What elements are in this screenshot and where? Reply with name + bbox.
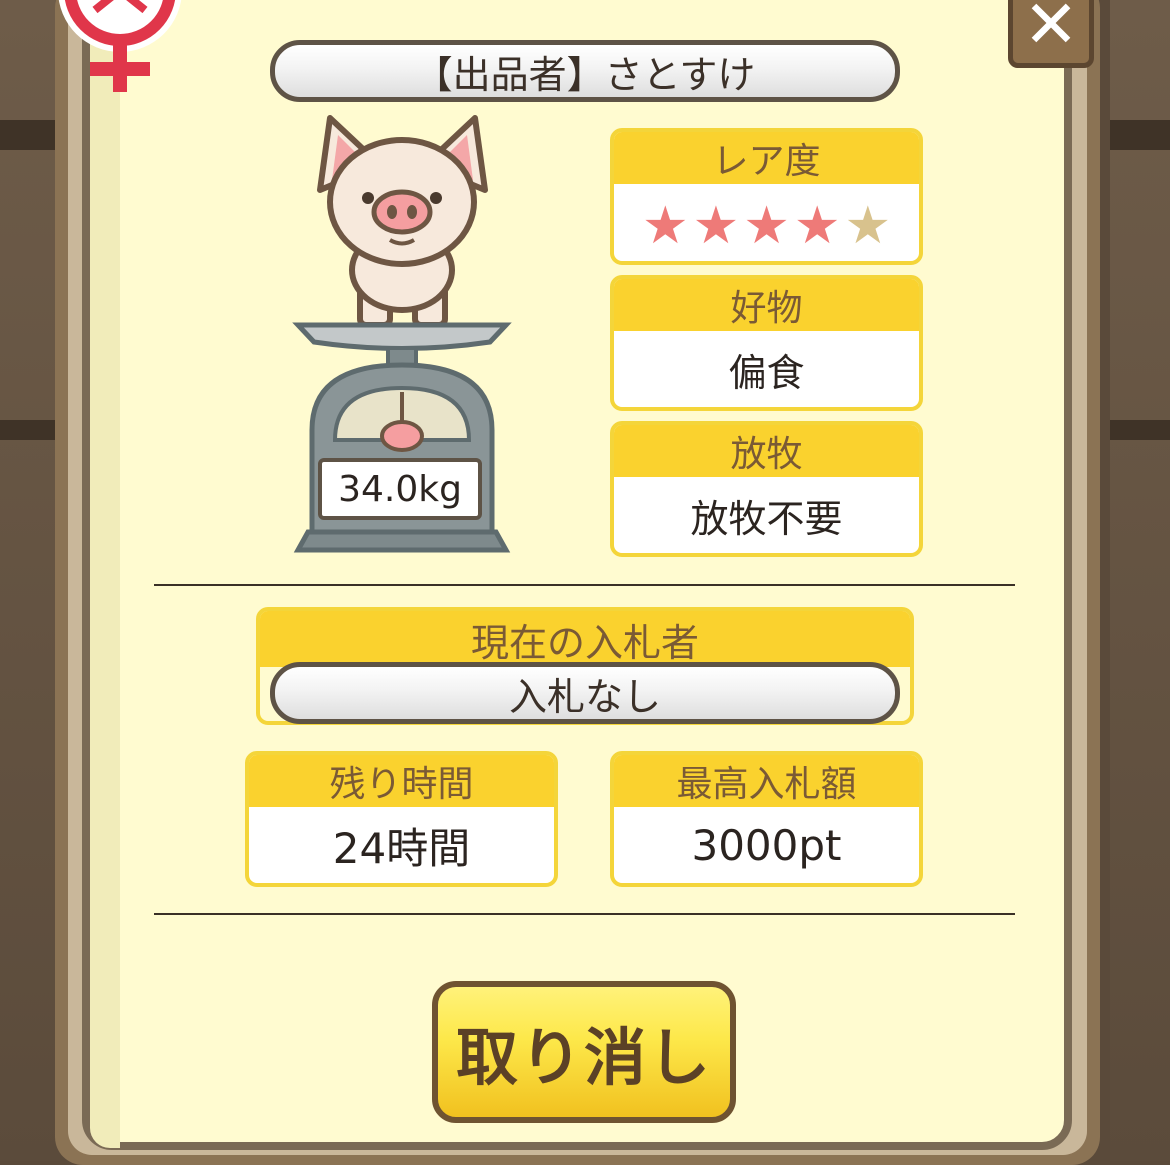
favorite-food-title: 好物	[614, 279, 919, 331]
rarity-box: レア度 ★ ★ ★ ★ ★	[610, 128, 923, 265]
rarity-stars: ★ ★ ★ ★ ★	[614, 184, 919, 261]
remaining-time-title: 残り時間	[249, 755, 554, 807]
divider	[154, 584, 1015, 586]
highest-bid-title: 最高入札額	[614, 755, 919, 807]
current-bidder-title: 現在の入札者	[260, 611, 910, 667]
remaining-time-box: 残り時間 24時間	[245, 751, 558, 887]
favorite-food-value: 偏食	[728, 350, 805, 395]
auction-detail-panel	[82, 0, 1072, 1150]
background-beam	[0, 420, 60, 440]
remaining-time-value: 24時間	[332, 823, 471, 873]
rarity-title: レア度	[614, 132, 919, 184]
star-icon: ★	[692, 196, 740, 256]
star-icon: ★	[743, 196, 790, 256]
seller-name: 【出品者】さとすけ	[270, 40, 900, 102]
panel-shade	[90, 0, 120, 1148]
grazing-value: 放牧不要	[690, 496, 843, 541]
star-icon: ★	[844, 196, 892, 256]
background-beam	[0, 120, 60, 150]
grazing-title: 放牧	[614, 425, 919, 477]
background-right	[1110, 0, 1170, 1161]
highest-bid-box: 最高入札額 3000pt	[610, 751, 923, 887]
highest-bid-value: 3000pt	[691, 820, 842, 870]
weight-display: 34.0kg	[318, 458, 482, 520]
close-button[interactable]: ✕	[1008, 0, 1094, 68]
divider	[154, 913, 1015, 915]
star-icon: ★	[641, 196, 689, 256]
grazing-box: 放牧 放牧不要	[610, 421, 923, 557]
cancel-button[interactable]: 取り消し	[432, 981, 736, 1123]
background-beam	[1110, 120, 1170, 150]
current-bidder-value: 入札なし	[270, 662, 900, 724]
background-left	[0, 0, 60, 1161]
favorite-food-box: 好物 偏食	[610, 275, 923, 411]
background-beam	[1110, 420, 1170, 440]
close-icon: ✕	[1023, 0, 1079, 63]
star-icon: ★	[793, 196, 841, 256]
female-icon	[58, 0, 182, 92]
